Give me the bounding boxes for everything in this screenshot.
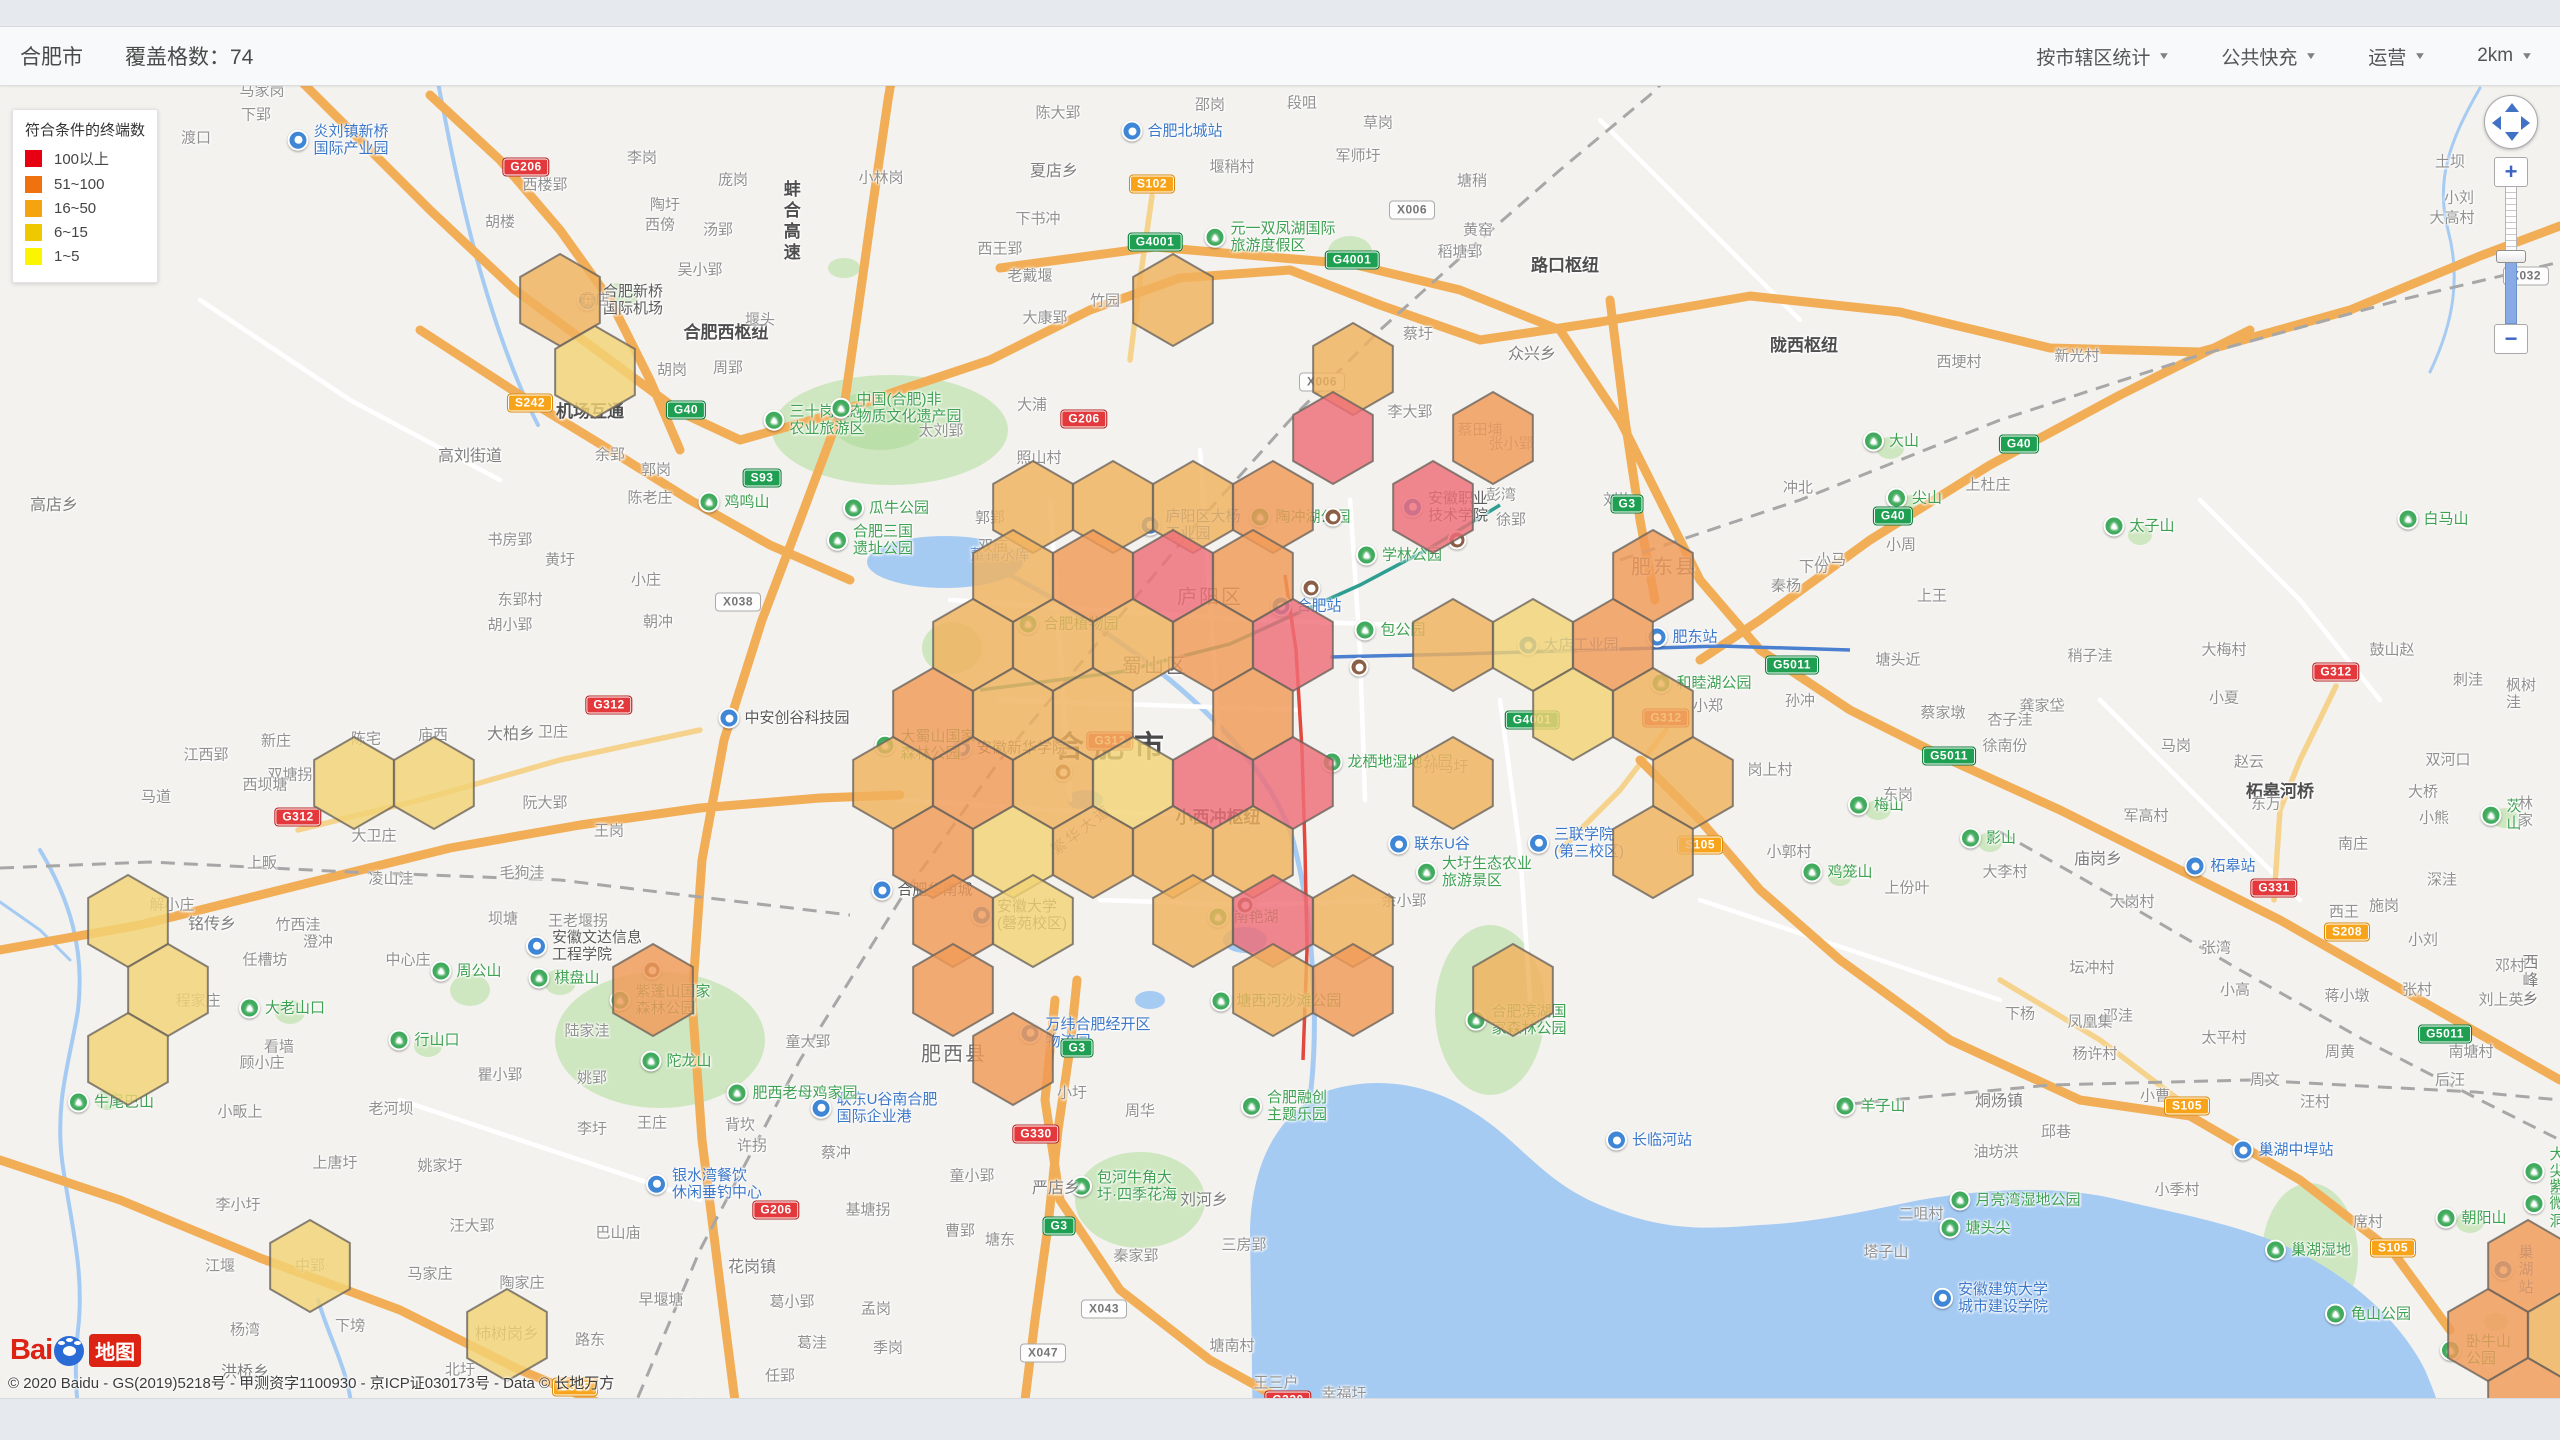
hex-cell[interactable] [1453, 392, 1533, 484]
pan-control[interactable] [2484, 95, 2538, 149]
pan-down-icon[interactable] [2505, 132, 2519, 141]
page-top-strip [0, 0, 2560, 27]
zoom-track-lower[interactable] [2505, 262, 2517, 324]
zoom-slider: + − [2494, 157, 2528, 354]
legend-item: 1~5 [25, 248, 147, 265]
legend-swatch [25, 200, 42, 217]
toolbar: 合肥市 覆盖格数：74 按市辖区统计 ▼ 公共快充 ▼ 运营 ▼ 2km ▼ [0, 27, 2560, 86]
hex-cell[interactable] [314, 737, 394, 829]
hex-cell[interactable] [1393, 461, 1473, 553]
city-title: 合肥市 [20, 41, 83, 71]
baidu-paw-icon [54, 1336, 84, 1366]
legend-label: 6~15 [54, 224, 88, 241]
toolbar-menu-0[interactable]: 按市辖区统计 ▼ [2036, 43, 2169, 70]
hex-cell[interactable] [1133, 254, 1213, 346]
map-attribution: © 2020 Baidu - GS(2019)5218号 - 甲测资字11009… [8, 1372, 614, 1393]
hex-cell[interactable] [1473, 944, 1553, 1036]
zoom-track-upper[interactable] [2505, 187, 2517, 251]
coverage-count: 覆盖格数：74 [125, 41, 253, 71]
menu-label: 按市辖区统计 [2036, 43, 2150, 70]
chevron-down-icon: ▼ [2414, 51, 2427, 62]
hex-grid-layer [0, 0, 2560, 1440]
hex-cell[interactable] [394, 737, 474, 829]
toolbar-menu-3[interactable]: 2km ▼ [2477, 45, 2532, 67]
legend-item: 100以上 [25, 148, 147, 169]
hex-cell[interactable] [1233, 944, 1313, 1036]
chevron-down-icon: ▼ [2158, 51, 2171, 62]
toolbar-menu-1[interactable]: 公共快充 ▼ [2221, 43, 2316, 70]
legend-label: 51~100 [54, 176, 104, 193]
legend-swatch [25, 176, 42, 193]
hex-cell[interactable] [913, 944, 993, 1036]
hex-cell[interactable] [270, 1220, 350, 1312]
zoom-in-button[interactable]: + [2494, 157, 2528, 187]
menu-label: 运营 [2368, 43, 2406, 70]
hex-cell[interactable] [613, 944, 693, 1036]
pan-left-icon[interactable] [2492, 116, 2501, 130]
chevron-down-icon: ▼ [2305, 51, 2318, 62]
zoom-out-button[interactable]: − [2494, 324, 2528, 354]
legend-item: 51~100 [25, 176, 147, 193]
legend-panel: 符合条件的终端数 100以上 51~100 16~50 6~15 1~5 [12, 109, 158, 283]
toolbar-menus: 按市辖区统计 ▼ 公共快充 ▼ 运营 ▼ 2km ▼ [2036, 43, 2532, 70]
legend-swatch [25, 224, 42, 241]
menu-label: 2km [2477, 45, 2513, 67]
legend-label: 16~50 [54, 200, 96, 217]
legend-swatch [25, 150, 42, 167]
menu-label: 公共快充 [2221, 43, 2297, 70]
hex-cell[interactable] [1313, 944, 1393, 1036]
legend-item: 16~50 [25, 200, 147, 217]
pan-right-icon[interactable] [2521, 116, 2530, 130]
hex-cell[interactable] [1413, 737, 1493, 829]
zoom-slider-handle[interactable] [2496, 250, 2526, 263]
hex-cell[interactable] [467, 1289, 547, 1381]
toolbar-menu-2[interactable]: 运营 ▼ [2368, 43, 2425, 70]
pan-up-icon[interactable] [2505, 103, 2519, 112]
legend-label: 100以上 [54, 148, 109, 169]
legend-item: 6~15 [25, 224, 147, 241]
app-window: 合肥市庐阳区蜀山区肥西县肥东县合肥西枢纽机场互通路口枢纽陇西枢纽小西冲枢纽柘皋河… [0, 0, 2560, 1440]
legend-title: 符合条件的终端数 [25, 119, 147, 140]
map-nav-control: + − [2484, 95, 2540, 354]
baidu-logo[interactable]: Bai 地图 [10, 1334, 141, 1367]
page-bottom-strip [0, 1398, 2560, 1440]
legend-swatch [25, 248, 42, 265]
legend-items: 100以上 51~100 16~50 6~15 1~5 [25, 148, 147, 265]
legend-label: 1~5 [54, 248, 79, 265]
hex-cell[interactable] [973, 1013, 1053, 1105]
chevron-down-icon: ▼ [2521, 51, 2534, 62]
hex-cell[interactable] [1413, 599, 1493, 691]
